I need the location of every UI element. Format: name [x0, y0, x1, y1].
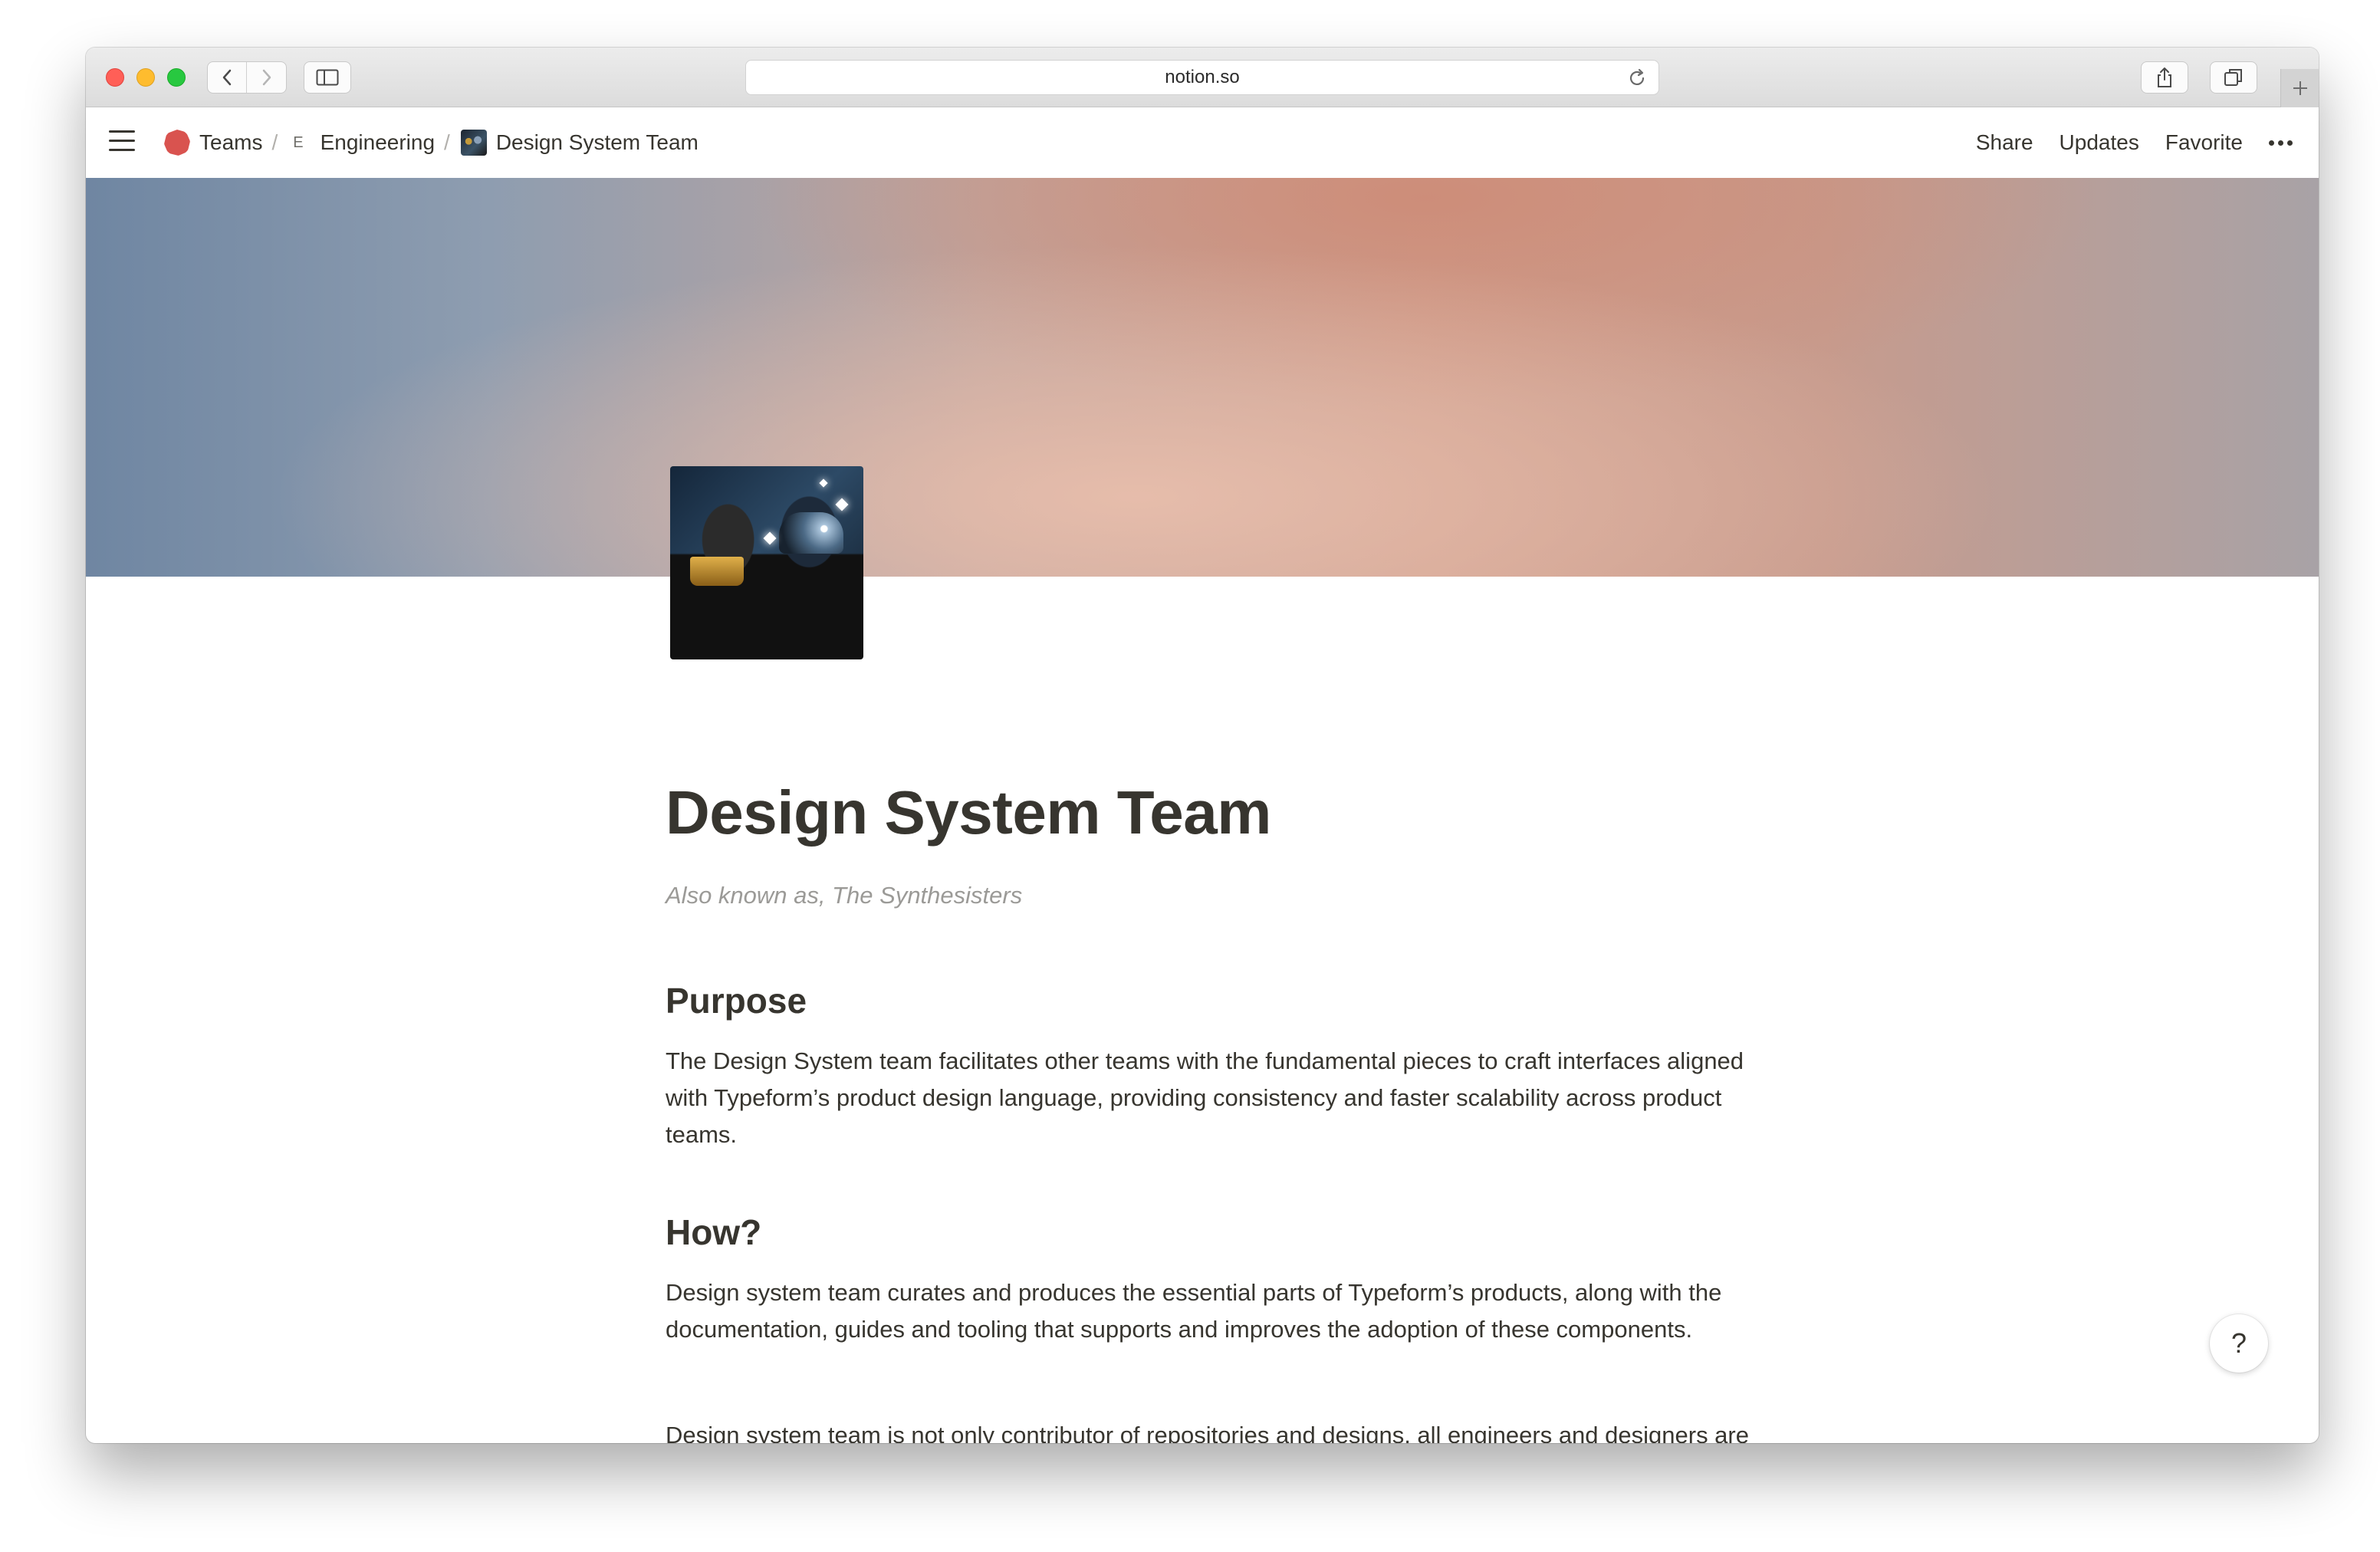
help-button[interactable]: ?	[2210, 1314, 2268, 1373]
hamburger-menu-icon[interactable]	[109, 130, 135, 153]
chevron-left-icon	[222, 69, 232, 86]
notion-topbar: Teams / E Engineering / Design System Te…	[86, 107, 2319, 178]
reload-icon[interactable]	[1626, 67, 1648, 89]
breadcrumb-teams[interactable]: Teams	[164, 130, 262, 156]
topbar-actions: Share Updates Favorite	[1950, 107, 2293, 178]
page-title[interactable]: Design System Team	[666, 778, 1271, 848]
share-button[interactable]: Share	[1976, 130, 2033, 155]
sidebar-toggle-button[interactable]	[304, 61, 351, 94]
breadcrumb-separator: /	[444, 130, 450, 154]
sparkle-icon	[763, 531, 777, 545]
team-avatar-icon	[460, 130, 487, 156]
page-icon-image[interactable]	[670, 466, 863, 659]
share-icon	[2158, 67, 2171, 87]
helmet-visor-silver	[779, 512, 843, 554]
sparkle-icon	[819, 478, 828, 488]
breadcrumb-separator: /	[271, 130, 278, 154]
breadcrumb-label: Teams	[199, 130, 263, 154]
purpose-paragraph[interactable]: The Design System team facilitates other…	[666, 1043, 1762, 1153]
chevron-right-icon	[262, 69, 271, 86]
forward-button[interactable]	[247, 62, 286, 93]
minimize-window-button[interactable]	[136, 68, 155, 87]
new-tab-button[interactable]	[2280, 69, 2319, 107]
updates-button[interactable]: Updates	[2059, 130, 2139, 155]
breadcrumb: Teams / E Engineering / Design System Te…	[164, 107, 699, 178]
address-text: notion.so	[1165, 67, 1240, 87]
close-window-button[interactable]	[106, 68, 124, 87]
browser-titlebar: notion.so	[86, 48, 2319, 107]
plus-icon	[2293, 81, 2307, 95]
zoom-window-button[interactable]	[167, 68, 186, 87]
favorite-button[interactable]: Favorite	[2165, 130, 2243, 155]
helmet-visor-gold	[690, 557, 744, 586]
address-bar[interactable]: notion.so	[745, 60, 1659, 95]
how-paragraph-2[interactable]: Design system team is not only contribut…	[666, 1417, 1760, 1443]
browser-window: notion.so Teams / E Engineering / Design…	[86, 48, 2319, 1443]
breadcrumb-label: Engineering	[320, 130, 436, 154]
sidebar-icon	[316, 69, 339, 86]
sparkle-icon	[835, 498, 849, 511]
back-button[interactable]	[208, 62, 248, 93]
page-cover-image[interactable]	[86, 178, 2319, 577]
browser-share-button[interactable]	[2141, 61, 2188, 94]
more-options-icon[interactable]	[2269, 140, 2293, 146]
page-subtitle[interactable]: Also known as, The Synthesisters	[666, 882, 1022, 909]
show-tabs-button[interactable]	[2210, 61, 2257, 94]
history-nav	[207, 61, 287, 94]
section-heading-how[interactable]: How?	[666, 1212, 761, 1253]
breadcrumb-design-system-team[interactable]: Design System Team	[460, 130, 699, 156]
section-heading-purpose[interactable]: Purpose	[666, 980, 807, 1021]
teams-blob-icon	[164, 130, 190, 156]
how-paragraph-1[interactable]: Design system team curates and produces …	[666, 1274, 1762, 1348]
engineering-letter-icon: E	[293, 133, 304, 151]
tabs-icon	[2224, 69, 2242, 86]
breadcrumb-engineering[interactable]: E Engineering	[288, 130, 435, 155]
content-scroll-clip: Design system team is not only contribut…	[656, 1417, 1760, 1443]
breadcrumb-label: Design System Team	[495, 130, 699, 154]
